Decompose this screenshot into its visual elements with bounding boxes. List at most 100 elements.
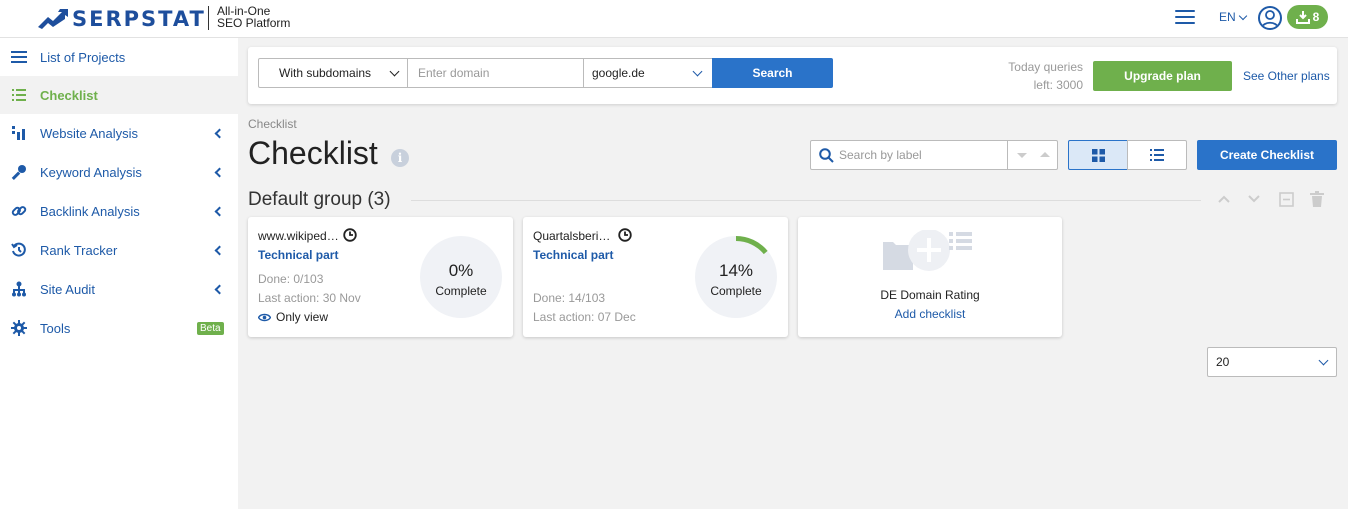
sidebar-item-label: Checklist [40, 87, 98, 103]
sidebar-item-label: Rank Tracker [40, 242, 118, 258]
checklist-card[interactable]: Quartalsberi… Technical part Done: 14/10… [523, 217, 788, 337]
chevron-down-icon [389, 66, 400, 77]
grid-view-toggle[interactable] [1068, 140, 1128, 170]
key-icon [10, 164, 27, 181]
downloads-count: 8 [1312, 10, 1320, 24]
sidebar-item-label: Tools [40, 320, 71, 336]
sidebar-item-projects[interactable]: List of Projects [0, 38, 238, 76]
sidebar-item-label: Backlink Analysis [40, 203, 140, 219]
beta-badge: Beta [197, 321, 224, 335]
queries-label: Today queries [1008, 60, 1083, 74]
access-label: Only view [276, 310, 329, 324]
chevron-left-icon [214, 128, 225, 138]
queries-value: left: 3000 [1033, 78, 1083, 92]
bar-chart-icon [10, 125, 27, 142]
card-done: Done: 14/103 [533, 291, 606, 305]
subdomain-select[interactable]: With subdomains [258, 58, 408, 88]
group-title: Default group (3) [248, 189, 391, 210]
hamburger-menu-icon[interactable] [1175, 10, 1195, 26]
sidebar-item-checklist[interactable]: Checklist [0, 76, 238, 114]
chevron-left-icon [214, 245, 225, 255]
sidebar-item-backlink-analysis[interactable]: Backlink Analysis [0, 192, 238, 230]
see-other-plans-link[interactable]: See Other plans [1243, 69, 1330, 83]
chevron-left-icon [214, 206, 225, 216]
domain-input[interactable] [408, 58, 584, 88]
serpstat-logo[interactable]: SERPSTAT [38, 7, 206, 31]
language-selector[interactable]: EN [1219, 10, 1247, 24]
sidebar-item-tools[interactable]: Tools Beta [0, 309, 238, 347]
page-title: Checklist [248, 135, 378, 171]
sidebar-item-label: Keyword Analysis [40, 164, 142, 180]
chevron-down-icon [692, 66, 703, 77]
sidebar-item-website-analysis[interactable]: Website Analysis [0, 114, 238, 152]
card-type-link[interactable]: Technical part [533, 248, 613, 262]
search-button[interactable]: Search [712, 58, 833, 88]
card-last-action: Last action: 30 Nov [258, 291, 361, 305]
language-label: EN [1219, 10, 1236, 24]
trash-icon[interactable] [1309, 191, 1325, 207]
sidebar-item-label: Site Audit [40, 281, 95, 297]
checklist-icon [10, 87, 27, 104]
label-search-divider [1007, 141, 1008, 169]
collapse-icon[interactable] [1278, 191, 1294, 207]
queries-remaining: Today queries left: 3000 [978, 58, 1083, 94]
tagline: All-in-One SEO Platform [217, 5, 290, 29]
logo-text: SERPSTAT [72, 7, 206, 31]
chevron-left-icon [214, 167, 225, 177]
chevron-left-icon [214, 284, 225, 294]
logo-mark-icon [38, 9, 68, 29]
group-divider [411, 200, 1201, 201]
list-icon [10, 49, 27, 66]
sitemap-icon [10, 281, 27, 298]
caret-down-icon[interactable] [1017, 153, 1027, 158]
per-page-value: 20 [1216, 355, 1230, 369]
label-search-input[interactable] [839, 147, 1005, 163]
user-icon [1261, 10, 1279, 28]
chevron-down-icon[interactable] [1246, 191, 1262, 207]
upgrade-plan-button[interactable]: Upgrade plan [1093, 61, 1232, 91]
sidebar-item-label: Website Analysis [40, 125, 139, 141]
progress-percent: 0% [448, 261, 474, 280]
progress-label: Complete [710, 284, 762, 298]
gear-icon [10, 320, 27, 337]
list-view-toggle[interactable] [1127, 140, 1187, 170]
caret-up-icon[interactable] [1040, 152, 1050, 157]
top-header: SERPSTAT All-in-One SEO Platform EN 8 [0, 0, 1348, 38]
checklist-card[interactable]: www.wikiped… Technical part Done: 0/103 … [248, 217, 513, 337]
search-engine-value: google.de [592, 66, 645, 80]
sidebar-item-label: List of Projects [40, 49, 126, 65]
eye-icon [258, 313, 271, 321]
card-last-action: Last action: 07 Dec [533, 310, 636, 324]
downloads-badge[interactable]: 8 [1287, 5, 1328, 29]
clock-icon [343, 228, 357, 242]
grid-icon [1091, 148, 1105, 162]
sidebar-item-rank-tracker[interactable]: Rank Tracker [0, 231, 238, 269]
add-card-name: DE Domain Rating [880, 288, 980, 302]
access-indicator: Only view [258, 310, 328, 324]
add-checklist-card[interactable]: DE Domain Rating Add checklist [798, 217, 1062, 337]
card-type-link[interactable]: Technical part [258, 248, 338, 262]
sidebar: List of Projects Checklist Website Analy… [0, 38, 238, 509]
progress-percent: 14% [718, 261, 754, 280]
breadcrumb[interactable]: Checklist [248, 117, 297, 131]
list-view-icon [1150, 149, 1164, 161]
tagline-line-2: SEO Platform [217, 16, 291, 30]
user-avatar[interactable] [1258, 6, 1282, 30]
info-icon[interactable]: i [391, 149, 409, 167]
search-engine-select[interactable]: google.de [583, 58, 713, 88]
progress-label: Complete [435, 284, 487, 298]
per-page-select[interactable]: 20 [1207, 347, 1337, 377]
create-checklist-button[interactable]: Create Checklist [1197, 140, 1337, 170]
label-search-box [810, 140, 1058, 170]
chevron-up-icon[interactable] [1216, 191, 1232, 207]
add-checklist-illustration-icon [883, 230, 972, 271]
link-icon [10, 203, 27, 220]
card-done: Done: 0/103 [258, 272, 324, 286]
add-checklist-link[interactable]: Add checklist [798, 307, 1062, 321]
history-icon [10, 242, 27, 259]
card-title: www.wikiped… [258, 229, 339, 243]
clock-icon [618, 228, 632, 242]
sidebar-item-site-audit[interactable]: Site Audit [0, 270, 238, 308]
domain-search-panel: With subdomains google.de Search Today q… [248, 47, 1337, 104]
sidebar-item-keyword-analysis[interactable]: Keyword Analysis [0, 153, 238, 191]
